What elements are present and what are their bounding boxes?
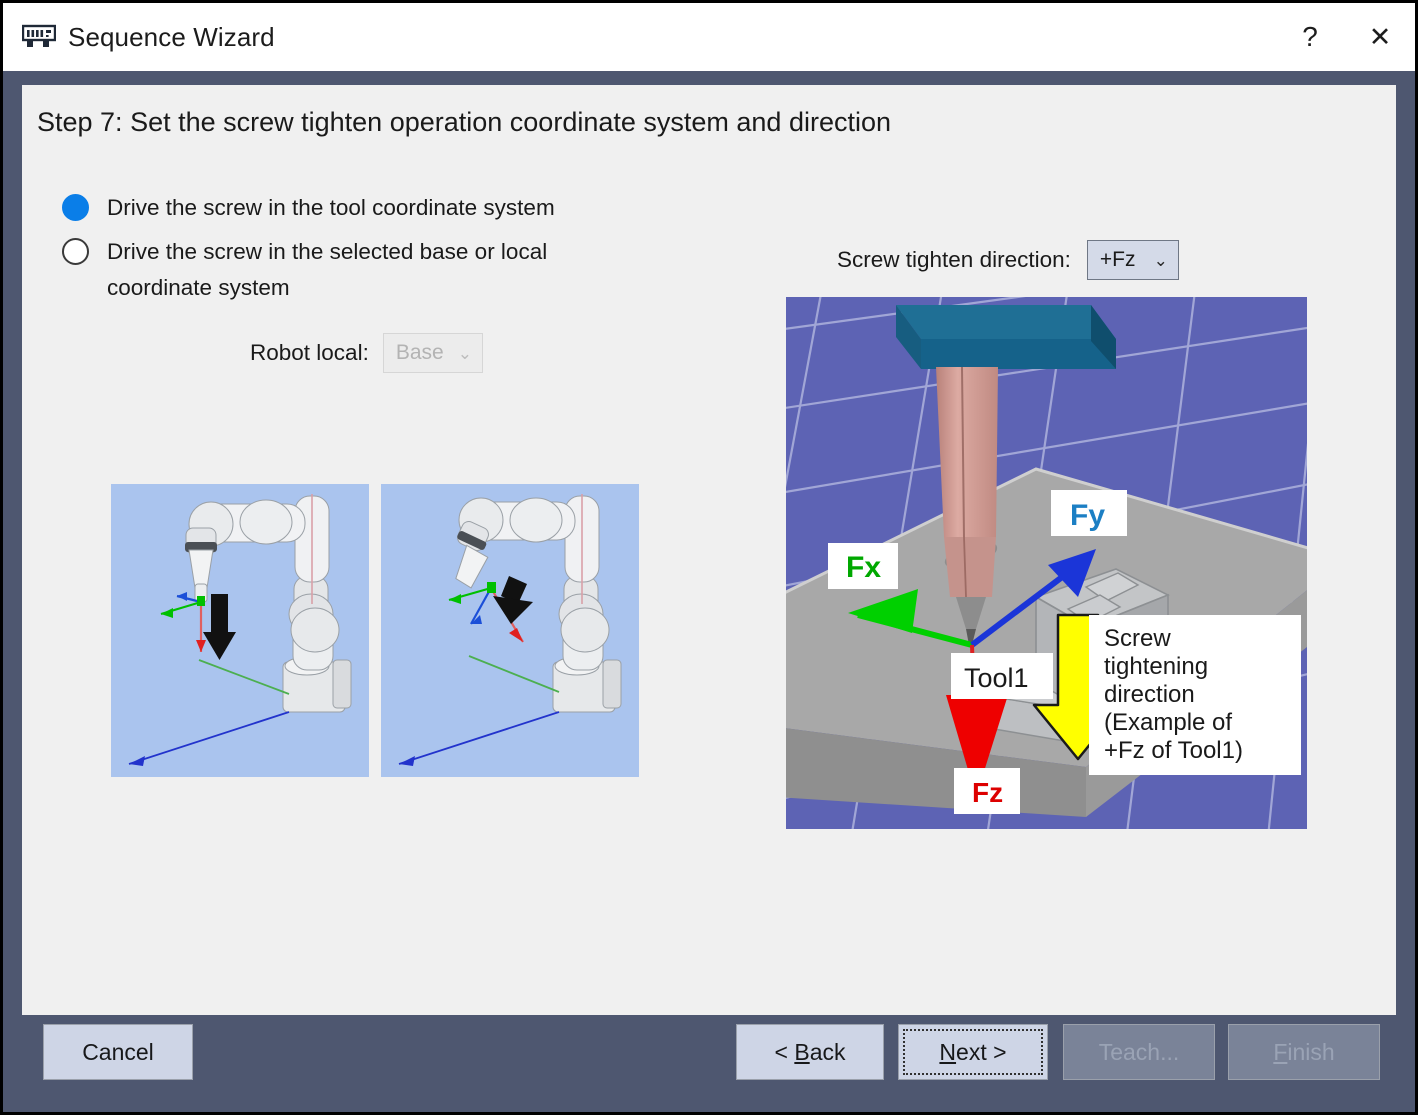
back-button-label: < Back [775, 1039, 846, 1066]
robot-base-local-coordinate-thumbnail[interactable] [381, 484, 639, 777]
screw-tighten-direction-row: Screw tighten direction: +Fz ⌄ [837, 240, 1179, 280]
robot-local-row: Robot local: Base ⌄ [250, 333, 483, 373]
close-icon[interactable]: ✕ [1345, 3, 1415, 71]
svg-text:Fy: Fy [1070, 499, 1105, 532]
coordinate-system-radio-group: Drive the screw in the tool coordinate s… [62, 190, 682, 314]
robot-local-label: Robot local: [250, 340, 369, 366]
svg-text:Fx: Fx [846, 551, 881, 584]
finish-button-label: Finish [1273, 1039, 1334, 1066]
finish-button: Finish [1228, 1024, 1380, 1080]
chevron-down-icon: ⌄ [1154, 252, 1168, 269]
cancel-button-label: Cancel [82, 1039, 154, 1066]
next-button[interactable]: Next > [898, 1024, 1048, 1080]
wizard-footer: Cancel < Back Next > Teach... Finish [3, 1004, 1415, 1112]
teach-button-label: Teach... [1099, 1039, 1180, 1066]
memory-chip-icon [20, 22, 58, 52]
svg-text:(Example of: (Example of [1104, 709, 1232, 736]
chevron-down-icon: ⌄ [458, 345, 472, 362]
cancel-button[interactable]: Cancel [43, 1024, 193, 1080]
svg-text:+Fz of Tool1): +Fz of Tool1) [1104, 737, 1243, 764]
svg-text:Fz: Fz [972, 777, 1003, 808]
screw-tighten-direction-dropdown[interactable]: +Fz ⌄ [1087, 240, 1179, 280]
svg-text:direction: direction [1104, 681, 1195, 708]
robot-tool-coordinate-thumbnail[interactable] [111, 484, 369, 777]
next-button-label: Next > [939, 1039, 1006, 1066]
sequence-wizard-window: Sequence Wizard ? ✕ Step 7: Set the scre… [0, 0, 1418, 1115]
radio-tool-coordinate-label: Drive the screw in the tool coordinate s… [107, 190, 555, 226]
svg-text:Screw: Screw [1104, 625, 1171, 652]
robot-pose-thumbnails [111, 484, 639, 777]
radio-unselected-icon [62, 238, 89, 265]
radio-tool-coordinate-system[interactable]: Drive the screw in the tool coordinate s… [62, 190, 682, 226]
help-button[interactable]: ? [1275, 3, 1345, 71]
robot-local-dropdown[interactable]: Base ⌄ [383, 333, 483, 373]
robot-local-value: Base [396, 341, 444, 365]
radio-selected-icon [62, 194, 89, 221]
svg-text:Tool1: Tool1 [964, 663, 1029, 693]
svg-text:tightening: tightening [1104, 653, 1208, 680]
teach-button: Teach... [1063, 1024, 1215, 1080]
screw-direction-illustration: Fx Fy Tool1 Fz Screw tighteni [786, 297, 1307, 829]
back-button[interactable]: < Back [736, 1024, 884, 1080]
title-bar: Sequence Wizard ? ✕ [3, 3, 1415, 71]
window-controls: ? ✕ [1275, 3, 1415, 71]
screw-tighten-direction-label: Screw tighten direction: [837, 247, 1071, 273]
content-panel: Step 7: Set the screw tighten operation … [22, 85, 1396, 1015]
radio-base-local-label: Drive the screw in the selected base or … [107, 234, 647, 306]
window-title: Sequence Wizard [68, 22, 275, 53]
screw-tighten-direction-value: +Fz [1100, 248, 1136, 272]
page-title: Step 7: Set the screw tighten operation … [37, 107, 891, 138]
radio-base-local-coordinate-system[interactable]: Drive the screw in the selected base or … [62, 234, 682, 306]
window-body: Step 7: Set the screw tighten operation … [3, 71, 1415, 1112]
